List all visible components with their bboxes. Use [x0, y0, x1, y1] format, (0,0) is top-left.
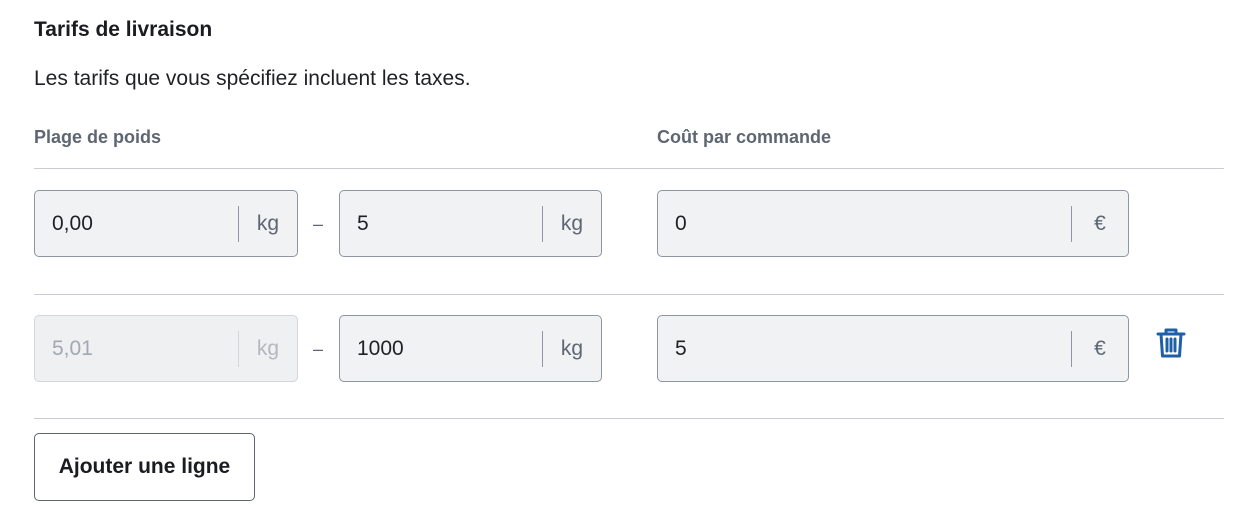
row-1-min-weight-unit: kg — [256, 211, 280, 235]
divider — [34, 294, 1224, 295]
trash-icon[interactable] — [1156, 327, 1186, 359]
row-1-max-weight-field[interactable]: 5 kg — [339, 190, 602, 257]
row-2-cost-value[interactable]: 5 — [658, 337, 1071, 361]
row-1-max-weight-value[interactable]: 5 — [340, 212, 542, 236]
column-header-cost-per-order: Coût par commande — [657, 127, 832, 147]
shipping-rates-section: Tarifs de livraison Les tarifs que vous … — [0, 0, 1260, 532]
row-2-max-weight-value[interactable]: 1000 — [340, 337, 542, 361]
row-1-min-weight-field[interactable]: 0,00 kg — [34, 190, 298, 257]
row-2-max-weight-field[interactable]: 1000 kg — [339, 315, 602, 382]
row-1-cost-value[interactable]: 0 — [658, 212, 1071, 236]
column-header-weight-range: Plage de poids — [34, 127, 162, 147]
row-1-currency: € — [1094, 211, 1106, 235]
add-row-button[interactable]: Ajouter une ligne — [34, 433, 255, 501]
divider — [34, 418, 1224, 419]
row-2-max-weight-unit: kg — [560, 336, 584, 360]
section-title: Tarifs de livraison — [34, 18, 213, 41]
row-2-min-weight-unit: kg — [256, 336, 280, 360]
range-dash: – — [313, 339, 324, 359]
row-1-max-weight-unit: kg — [560, 211, 584, 235]
row-2-cost-field[interactable]: 5 € — [657, 315, 1129, 382]
row-2-min-weight-field: 5,01 kg — [34, 315, 298, 382]
row-2-min-weight-value: 5,01 — [52, 336, 93, 360]
divider — [34, 168, 1224, 169]
row-1-min-weight-value[interactable]: 0,00 — [35, 212, 238, 236]
row-1-cost-field[interactable]: 0 € — [657, 190, 1129, 257]
range-dash: – — [313, 214, 324, 234]
row-2-currency: € — [1094, 336, 1106, 360]
section-description: Les tarifs que vous spécifiez incluent l… — [34, 67, 471, 90]
